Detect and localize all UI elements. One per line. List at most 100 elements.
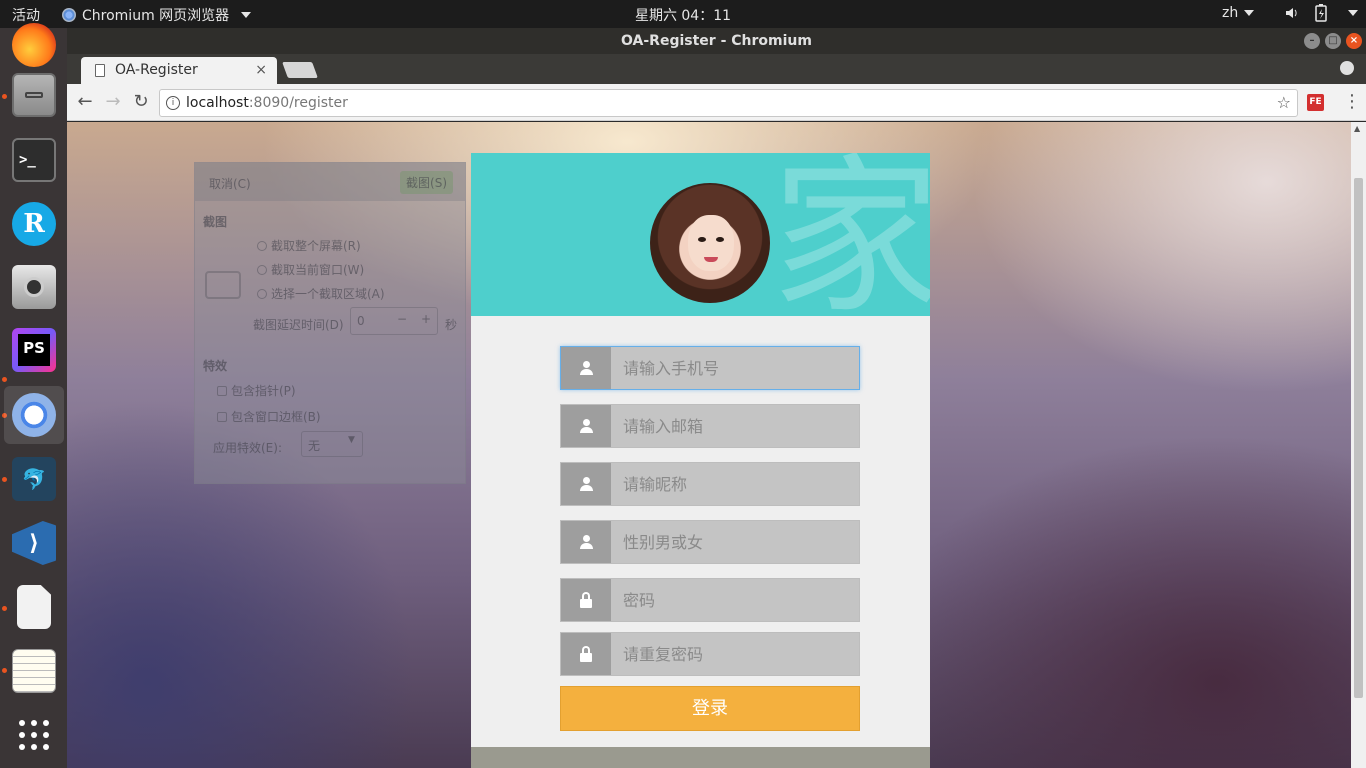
ubuntu-dock: >_ R PS 🐬 ⟩ <box>0 23 67 768</box>
dock-chromium[interactable] <box>4 386 64 444</box>
dock-phpstorm[interactable]: PS <box>4 321 64 379</box>
ghost-effect-select: 无 ▼ <box>301 431 363 457</box>
confirm-password-input[interactable] <box>611 633 859 675</box>
ghost-delay-label: 截图延迟时间(D) <box>253 318 344 332</box>
tab-oa-register[interactable]: OA-Register × <box>81 57 277 84</box>
tab-close-icon[interactable]: × <box>255 57 267 84</box>
avatar-eye <box>716 237 724 242</box>
tab-title: OA-Register <box>115 62 198 78</box>
ghost-opt-border-label: 包含窗口边框(B) <box>231 410 321 424</box>
dock-screenshot[interactable] <box>4 258 64 316</box>
header-decoration: 家 <box>771 153 930 316</box>
firefox-icon <box>12 23 56 67</box>
dock-vscode[interactable]: ⟩ <box>4 514 64 572</box>
minus-icon: − <box>397 312 408 326</box>
system-top-bar: 活动 Chromium 网页浏览器 星期六 04：11 zh <box>0 0 1366 28</box>
phpstorm-icon: PS <box>12 328 56 372</box>
checkbox-icon <box>217 412 227 422</box>
phone-field[interactable] <box>560 346 860 390</box>
ghost-opt-screen: 截取整个屏幕(R) <box>257 237 361 254</box>
dock-mysql-workbench[interactable]: 🐬 <box>4 450 64 508</box>
nickname-field[interactable] <box>560 462 860 506</box>
dolphin-icon: 🐬 <box>12 457 56 501</box>
fe-extension-icon[interactable]: FE <box>1307 94 1324 111</box>
ghost-opt-window: 截取当前窗口(W) <box>257 261 364 278</box>
gender-field[interactable] <box>560 520 860 564</box>
forward-button[interactable]: → <box>101 90 125 114</box>
gender-input[interactable] <box>611 521 859 563</box>
system-tray[interactable] <box>1284 4 1358 22</box>
address-bar[interactable]: i localhost:8090/register ☆ <box>159 89 1298 117</box>
dock-r-app[interactable]: R <box>4 195 64 253</box>
camera-icon <box>12 265 56 309</box>
info-icon[interactable]: i <box>166 96 180 110</box>
chevron-down-icon <box>1348 10 1358 16</box>
window-titlebar[interactable]: OA-Register - Chromium – □ × <box>67 28 1366 54</box>
bookmark-star-icon[interactable]: ☆ <box>1277 90 1291 116</box>
email-field[interactable] <box>560 404 860 448</box>
ghost-section-effects: 特效 <box>203 359 228 373</box>
ghost-opt-pointer-label: 包含指针(P) <box>231 384 296 398</box>
dock-terminal[interactable]: >_ <box>4 131 64 189</box>
register-card: 家 请输入手机号 请输入邮箱 请输昵称 性别男或女 登录 <box>471 153 930 768</box>
url-host: localhost <box>186 95 249 111</box>
new-tab-button[interactable] <box>282 62 318 78</box>
password-input[interactable] <box>611 579 859 621</box>
ghost-effect-value: 无 <box>308 439 321 453</box>
tab-strip: OA-Register × <box>67 54 1366 84</box>
ghost-cancel-label: 取消(C) <box>209 177 251 191</box>
avatar-face <box>688 215 734 271</box>
browser-toolbar: ← → ↻ i localhost:8090/register ☆ FE ⋮ <box>67 84 1366 121</box>
battery-icon <box>1315 4 1327 22</box>
terminal-icon: >_ <box>12 138 56 182</box>
app-menu[interactable]: Chromium 网页浏览器 <box>62 5 252 25</box>
chevron-down-icon: ▼ <box>348 435 355 445</box>
nickname-input[interactable] <box>611 463 859 505</box>
app-menu-label: Chromium 网页浏览器 <box>82 8 230 24</box>
scrollbar-thumb[interactable] <box>1354 178 1363 698</box>
checkbox-icon <box>217 386 227 396</box>
user-icon <box>561 463 611 505</box>
confirm-password-field[interactable] <box>560 632 860 676</box>
lang-label: zh <box>1222 5 1239 21</box>
browser-menu-icon[interactable]: ⋮ <box>1343 92 1361 112</box>
dock-show-apps[interactable] <box>4 706 64 764</box>
page-icon <box>95 64 105 77</box>
maximize-button[interactable]: □ <box>1325 33 1341 49</box>
ghost-opt-border: 包含窗口边框(B) <box>217 408 321 425</box>
phone-input[interactable] <box>611 347 859 389</box>
ghost-opt-screen-label: 截取整个屏幕(R) <box>271 239 361 253</box>
dock-files[interactable] <box>4 66 64 124</box>
back-button[interactable]: ← <box>73 90 97 114</box>
vscode-icon: ⟩ <box>12 521 56 565</box>
ghost-effect-label: 应用特效(E): <box>213 441 282 455</box>
avatar <box>650 183 770 303</box>
login-button[interactable]: 登录 <box>560 686 860 731</box>
volume-icon <box>1286 8 1297 18</box>
page-scrollbar[interactable]: ▲ <box>1351 122 1366 768</box>
input-language-indicator[interactable]: zh <box>1222 5 1255 21</box>
dock-text-editor[interactable] <box>4 642 64 700</box>
user-icon <box>561 405 611 447</box>
ghost-section-capture: 截图 <box>203 215 228 229</box>
user-icon <box>561 521 611 563</box>
password-field[interactable] <box>560 578 860 622</box>
close-window-button[interactable]: × <box>1346 33 1362 49</box>
reload-button[interactable]: ↻ <box>129 90 153 114</box>
card-header: 家 <box>471 153 930 316</box>
chevron-down-icon <box>241 12 252 18</box>
ghost-opt-window-label: 截取当前窗口(W) <box>271 263 365 277</box>
card-footer <box>471 747 930 768</box>
minimize-button[interactable]: – <box>1304 33 1320 49</box>
document-icon <box>17 585 51 629</box>
r-letter-icon: R <box>12 202 56 246</box>
lock-icon <box>561 633 611 675</box>
ghost-delay-unit: 秒 <box>445 318 458 332</box>
file-cabinet-icon <box>12 73 56 117</box>
chromium-icon <box>62 8 76 22</box>
profile-icon[interactable] <box>1340 61 1354 75</box>
scroll-up-arrow-icon[interactable]: ▲ <box>1354 124 1360 133</box>
email-input[interactable] <box>611 405 859 447</box>
dock-libreoffice[interactable] <box>4 578 64 636</box>
plus-icon: + <box>421 312 432 326</box>
